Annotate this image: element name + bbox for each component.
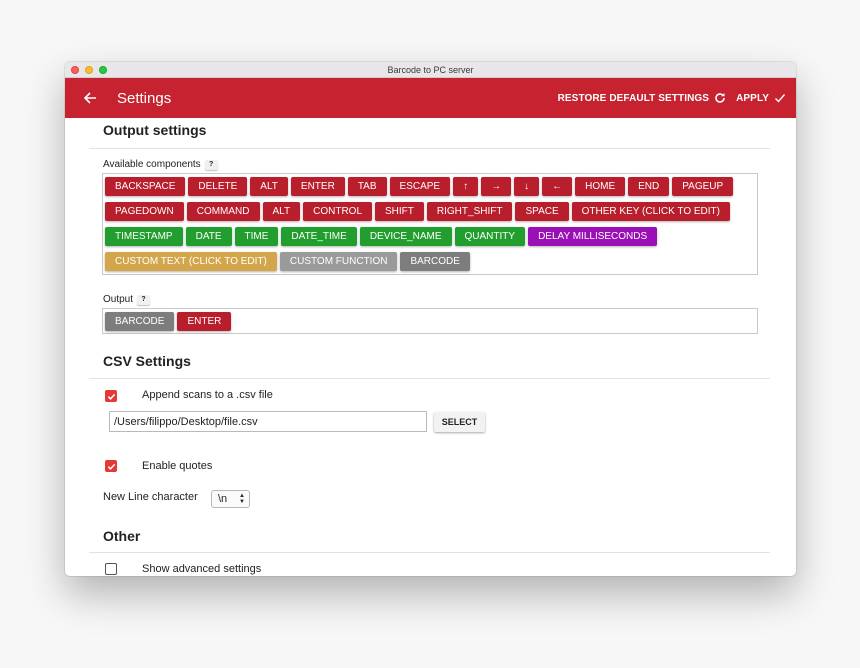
component-left-arrow-chip[interactable]: ← [542, 177, 573, 196]
component-delay-milliseconds-chip[interactable]: DELAY MILLISECONDS [528, 227, 658, 246]
maximize-window-button[interactable] [99, 66, 107, 74]
component-down-arrow-chip[interactable]: ↓ [514, 177, 540, 196]
check-icon [107, 463, 115, 470]
window-titlebar[interactable]: Barcode to PC server [65, 62, 796, 78]
component-alt-chip[interactable]: ALT [250, 177, 288, 196]
component-right-shift-chip[interactable]: RIGHT_SHIFT [426, 202, 513, 221]
select-file-button[interactable]: SELECT [434, 412, 485, 432]
apply-button[interactable]: APPLY [736, 92, 786, 104]
refresh-icon [715, 93, 725, 103]
append-csv-checkbox[interactable] [105, 390, 117, 402]
section-divider [89, 552, 770, 553]
component-timestamp-chip[interactable]: TIMESTAMP [105, 227, 183, 246]
component-date-time-chip[interactable]: DATE_TIME [281, 227, 357, 246]
components-row-1: BACKSPACE DELETE ALT ENTER TAB ESCAPE ↑ → ↓ ← HOME… [105, 177, 734, 196]
app-window: Barcode to PC server Settings RESTORE DE… [65, 62, 796, 576]
updown-arrows-icon: ▲ ▼ [239, 493, 245, 505]
available-components-label: Available components ? [103, 159, 218, 170]
component-backspace-chip[interactable]: BACKSPACE [105, 177, 186, 196]
output-components-row: BARCODE ENTER [105, 312, 232, 331]
show-advanced-checkbox[interactable] [105, 563, 117, 575]
component-barcode-chip[interactable]: BARCODE [400, 252, 470, 271]
newline-character-select[interactable]: \n ▲ ▼ [211, 490, 250, 508]
component-shift-chip[interactable]: SHIFT [375, 202, 424, 221]
append-csv-label: Append scans to a .csv file [142, 389, 273, 401]
component-up-arrow-chip[interactable]: ↑ [453, 177, 479, 196]
available-components-box: BACKSPACE DELETE ALT ENTER TAB ESCAPE ↑ → ↓ ← HOME… [102, 173, 758, 275]
check-icon [775, 94, 786, 103]
settings-content: Output settings Available components ? B… [65, 118, 796, 576]
components-row-4: CUSTOM TEXT (CLICK TO EDIT) CUSTOM FUNCTI… [105, 252, 470, 271]
component-space-chip[interactable]: SPACE [515, 202, 569, 221]
component-alt-chip[interactable]: ALT [262, 202, 301, 221]
output-barcode-chip[interactable]: BARCODE [105, 312, 175, 331]
component-command-chip[interactable]: COMMAND [186, 202, 260, 221]
page-title: Settings [117, 89, 172, 107]
output-enter-chip[interactable]: ENTER [177, 312, 232, 331]
components-row-2: PAGEDOWN COMMAND ALT CONTROL SHIFT RIGHT_SHIF… [105, 202, 730, 221]
restore-defaults-label: RESTORE DEFAULT SETTINGS [557, 92, 710, 104]
output-box[interactable]: BARCODE ENTER [102, 308, 758, 334]
component-end-chip[interactable]: END [628, 177, 670, 196]
csv-path-input[interactable] [109, 411, 427, 432]
window-controls [71, 66, 107, 74]
enable-quotes-checkbox[interactable] [105, 460, 117, 472]
available-components-text: Available components [103, 159, 201, 170]
show-advanced-label: Show advanced settings [142, 563, 262, 575]
component-tab-chip[interactable]: TAB [347, 177, 387, 196]
component-date-chip[interactable]: DATE [185, 227, 232, 246]
component-control-chip[interactable]: CONTROL [303, 202, 373, 221]
section-divider [89, 148, 770, 149]
component-pagedown-chip[interactable]: PAGEDOWN [105, 202, 184, 221]
check-icon [107, 393, 115, 400]
section-divider [89, 378, 770, 379]
apply-label: APPLY [736, 92, 769, 104]
output-help-button[interactable]: ? [137, 294, 151, 305]
component-delete-chip[interactable]: DELETE [188, 177, 248, 196]
output-label: Output ? [103, 294, 151, 305]
component-custom-text-click-to-edit-chip[interactable]: CUSTOM TEXT (CLICK TO EDIT) [105, 252, 277, 271]
newline-character-value: \n [218, 493, 228, 505]
component-pageup-chip[interactable]: PAGEUP [672, 177, 734, 196]
newline-character-label: New Line character [103, 491, 198, 503]
component-custom-function-chip[interactable]: CUSTOM FUNCTION [279, 252, 398, 271]
other-title: Other [103, 528, 141, 544]
csv-settings-title: CSV Settings [103, 353, 191, 369]
close-window-button[interactable] [71, 66, 79, 74]
component-right-arrow-chip[interactable]: → [481, 177, 512, 196]
enable-quotes-label: Enable quotes [142, 460, 213, 472]
toolbar-actions: RESTORE DEFAULT SETTINGS APPLY [558, 78, 786, 118]
window-title: Barcode to PC server [387, 64, 474, 75]
component-enter-chip[interactable]: ENTER [290, 177, 345, 196]
minimize-window-button[interactable] [85, 66, 93, 74]
output-label-text: Output [103, 294, 134, 305]
component-time-chip[interactable]: TIME [234, 227, 279, 246]
component-quantity-chip[interactable]: QUANTITY [454, 227, 526, 246]
component-other-key-click-to-edit-chip[interactable]: OTHER KEY (CLICK TO EDIT) [571, 202, 730, 221]
app-toolbar: Settings RESTORE DEFAULT SETTINGS APPLY [65, 78, 796, 118]
components-row-3: TIMESTAMP DATE TIME DATE_TIME DEVICE_NAME QUA… [105, 227, 658, 246]
restore-defaults-button[interactable]: RESTORE DEFAULT SETTINGS [558, 92, 727, 104]
component-escape-chip[interactable]: ESCAPE [389, 177, 451, 196]
component-home-chip[interactable]: HOME [575, 177, 626, 196]
back-arrow-icon[interactable] [79, 87, 101, 109]
component-device-name-chip[interactable]: DEVICE_NAME [359, 227, 452, 246]
available-help-button[interactable]: ? [204, 159, 218, 170]
output-settings-title: Output settings [103, 122, 207, 138]
